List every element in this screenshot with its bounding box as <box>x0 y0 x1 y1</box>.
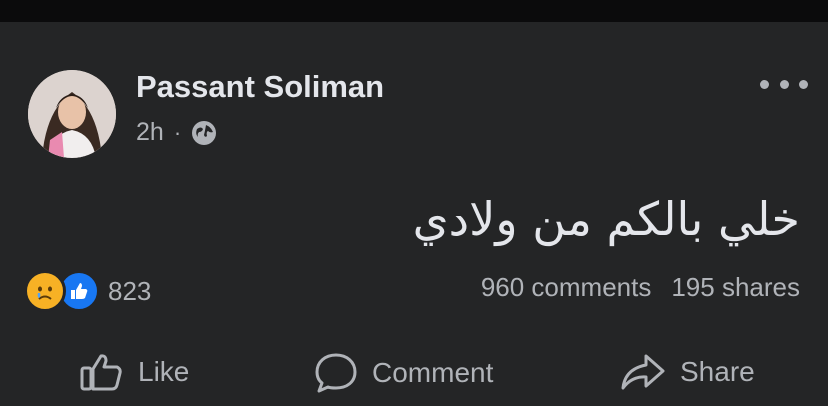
like-button[interactable]: Like <box>80 352 189 392</box>
more-options-button[interactable] <box>760 74 808 94</box>
thumbs-up-icon <box>80 354 122 391</box>
comment-bubble-icon <box>315 353 357 393</box>
shares-count[interactable]: 195 shares <box>671 272 800 303</box>
meta-separator: · <box>173 119 182 145</box>
post-card: Passant Soliman 2h · خلي بالكم من ولادي <box>0 22 828 406</box>
reaction-count: 823 <box>108 275 152 306</box>
post-time[interactable]: 2h <box>136 118 164 147</box>
share-button[interactable]: Share <box>620 352 755 392</box>
comment-label: Comment <box>372 357 494 388</box>
post-stats: 960 comments 195 shares <box>481 272 800 303</box>
share-label: Share <box>680 356 755 387</box>
share-arrow-icon <box>621 354 665 390</box>
dot-icon <box>779 79 789 89</box>
comment-button[interactable]: Comment <box>314 352 493 394</box>
sad-reaction-icon <box>24 270 66 312</box>
dot-icon <box>760 79 769 89</box>
like-label: Like <box>138 356 190 387</box>
dot-icon <box>799 79 808 89</box>
status-bar <box>0 0 828 22</box>
author-name[interactable]: Passant Soliman <box>136 69 384 105</box>
comments-count[interactable]: 960 comments <box>481 272 652 303</box>
reaction-summary[interactable]: 823 <box>24 270 151 312</box>
action-bar: Like Comment Share <box>0 352 828 406</box>
globe-icon[interactable] <box>191 120 217 146</box>
avatar[interactable] <box>28 70 116 158</box>
post-text: خلي بالكم من ولادي <box>412 192 800 246</box>
post-meta: 2h · <box>136 118 217 147</box>
